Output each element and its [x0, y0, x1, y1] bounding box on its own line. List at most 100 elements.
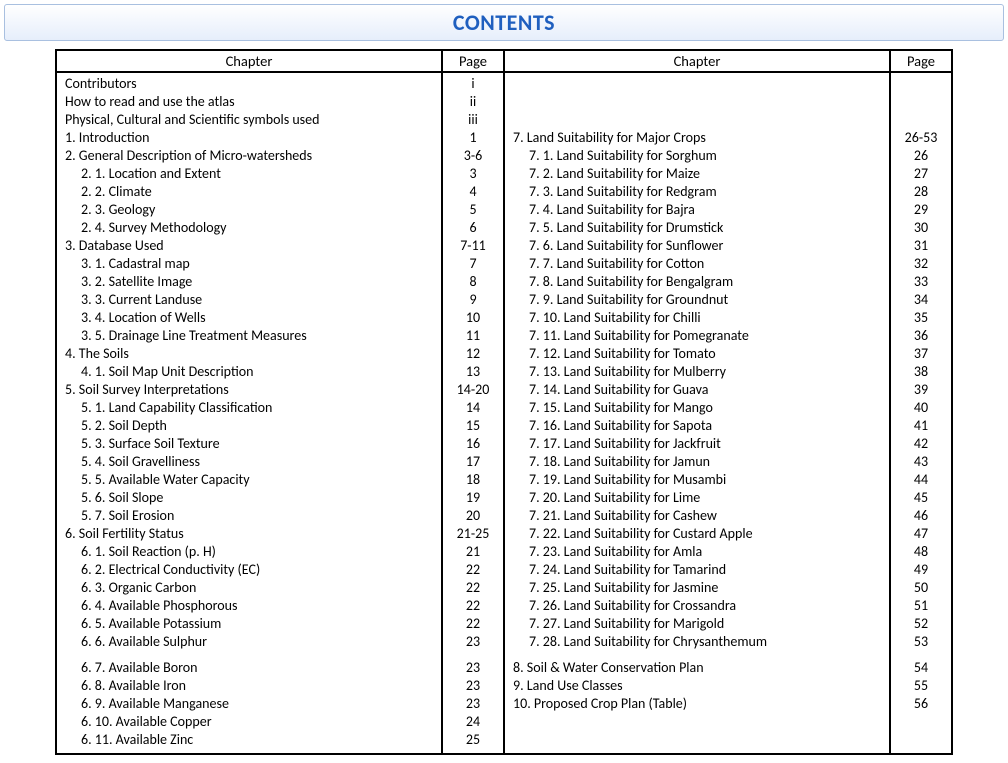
toc-entry: 3. 5. Drainage Line Treatment Measures [57, 327, 441, 345]
toc-page: 50 [891, 579, 951, 597]
toc-entry: 7. 14. Land Suitability for Guava [505, 381, 889, 399]
toc-page: 5 [443, 201, 503, 219]
toc-page: 36 [891, 327, 951, 345]
toc-entry: 7. 25. Land Suitability for Jasmine [505, 579, 889, 597]
toc-entry: 5. 5. Available Water Capacity [57, 471, 441, 489]
toc-page: 27 [891, 165, 951, 183]
toc-entry: 5. 7. Soil Erosion [57, 507, 441, 525]
left-column: Chapter Page ContributorsHow to read and… [57, 51, 505, 753]
toc-entry: How to read and use the atlas [57, 93, 441, 111]
toc-page: 22 [443, 615, 503, 633]
toc-entry: 5. Soil Survey Interpretations [57, 381, 441, 399]
toc-page: 10 [443, 309, 503, 327]
toc-entry: 4. 1. Soil Map Unit Description [57, 363, 441, 381]
toc-entry: 6. 10. Available Copper [57, 713, 441, 731]
toc-page: 7-11 [443, 237, 503, 255]
toc-entry: 3. Database Used [57, 237, 441, 255]
toc-entry: 7. 8. Land Suitability for Bengalgram [505, 273, 889, 291]
toc-page: 26-53 [891, 129, 951, 147]
toc-entry: 7. 24. Land Suitability for Tamarind [505, 561, 889, 579]
toc-entry: 7. 23. Land Suitability for Amla [505, 543, 889, 561]
toc-entry: 7. 12. Land Suitability for Tomato [505, 345, 889, 363]
toc-entry: 7. 15. Land Suitability for Mango [505, 399, 889, 417]
toc-page: 26 [891, 147, 951, 165]
toc-entry: 6. 4. Available Phosphorous [57, 597, 441, 615]
toc-page: 23 [443, 659, 503, 677]
toc-page: 9 [443, 291, 503, 309]
toc-entry: 8. Soil & Water Conservation Plan [505, 659, 889, 677]
toc-page: 20 [443, 507, 503, 525]
toc-entry: 6. 9. Available Manganese [57, 695, 441, 713]
toc-entry: 5. 1. Land Capability Classification [57, 399, 441, 417]
toc-entry: 7. 5. Land Suitability for Drumstick [505, 219, 889, 237]
toc-page: 45 [891, 489, 951, 507]
toc-entry: 4. The Soils [57, 345, 441, 363]
toc-page: 56 [891, 695, 951, 713]
toc-page: 41 [891, 417, 951, 435]
toc-entry: 6. 7. Available Boron [57, 659, 441, 677]
toc-page: iii [443, 111, 503, 129]
page-title: CONTENTS [5, 9, 1003, 36]
toc-page: 3-6 [443, 147, 503, 165]
toc-page: 52 [891, 615, 951, 633]
toc-page: 35 [891, 309, 951, 327]
toc-page: 14-20 [443, 381, 503, 399]
toc-entry: 6. 3. Organic Carbon [57, 579, 441, 597]
toc-entry: 3. 1. Cadastral map [57, 255, 441, 273]
toc-entry: 7. 4. Land Suitability for Bajra [505, 201, 889, 219]
toc-page: 23 [443, 677, 503, 695]
toc-entry: 10. Proposed Crop Plan (Table) [505, 695, 889, 713]
toc-entry: 2. 1. Location and Extent [57, 165, 441, 183]
toc-entry: 5. 2. Soil Depth [57, 417, 441, 435]
toc-entry: 7. 6. Land Suitability for Sunflower [505, 237, 889, 255]
chapter-header: Chapter [505, 51, 889, 71]
toc-entry: 7. 9. Land Suitability for Groundnut [505, 291, 889, 309]
toc-page: 11 [443, 327, 503, 345]
page-header: Page [441, 51, 503, 71]
toc-page: 30 [891, 219, 951, 237]
toc-entry: 7. 16. Land Suitability for Sapota [505, 417, 889, 435]
toc-page: 22 [443, 579, 503, 597]
toc-entry: 7. 28. Land Suitability for Chrysanthemu… [505, 633, 889, 651]
toc-page: 46 [891, 507, 951, 525]
toc-page: 39 [891, 381, 951, 399]
toc-entry: Physical, Cultural and Scientific symbol… [57, 111, 441, 129]
right-chapter-list: 7. Land Suitability for Major Crops7. 1.… [505, 73, 889, 753]
toc-entry: 7. 7. Land Suitability for Cotton [505, 255, 889, 273]
toc-page: 24 [443, 713, 503, 731]
toc-page: 13 [443, 363, 503, 381]
toc-entry: 6. 5. Available Potassium [57, 615, 441, 633]
toc-page: 32 [891, 255, 951, 273]
toc-page: 29 [891, 201, 951, 219]
toc-entry: 9. Land Use Classes [505, 677, 889, 695]
toc-entry: 7. 17. Land Suitability for Jackfruit [505, 435, 889, 453]
toc-entry: 7. 19. Land Suitability for Musambi [505, 471, 889, 489]
toc-page: 8 [443, 273, 503, 291]
toc-entry: 6. 11. Available Zinc [57, 731, 441, 749]
toc-entry: 5. 6. Soil Slope [57, 489, 441, 507]
left-chapter-list: ContributorsHow to read and use the atla… [57, 73, 441, 753]
toc-entry: 6. 6. Available Sulphur [57, 633, 441, 651]
title-bar: CONTENTS [4, 4, 1004, 41]
toc-page: 18 [443, 471, 503, 489]
toc-entry: 7. 3. Land Suitability for Redgram [505, 183, 889, 201]
page-header: Page [889, 51, 951, 71]
toc-entry: 6. Soil Fertility Status [57, 525, 441, 543]
toc-entry: 7. 22. Land Suitability for Custard Appl… [505, 525, 889, 543]
toc-entry: 7. 1. Land Suitability for Sorghum [505, 147, 889, 165]
toc-page: 7 [443, 255, 503, 273]
toc-entry: 1. Introduction [57, 129, 441, 147]
header-row-left: Chapter Page [57, 51, 503, 73]
toc-page: 49 [891, 561, 951, 579]
toc-page: 40 [891, 399, 951, 417]
toc-entry: 7. Land Suitability for Major Crops [505, 129, 889, 147]
toc-page: 21 [443, 543, 503, 561]
right-page-list: 26-5326272829303132333435363738394041424… [889, 73, 951, 753]
toc-entry: 7. 11. Land Suitability for Pomegranate [505, 327, 889, 345]
toc-page: 4 [443, 183, 503, 201]
toc-page: 25 [443, 731, 503, 749]
toc-page: 23 [443, 633, 503, 651]
toc-entry: 5. 3. Surface Soil Texture [57, 435, 441, 453]
toc-page: 42 [891, 435, 951, 453]
toc-entry: 3. 4. Location of Wells [57, 309, 441, 327]
